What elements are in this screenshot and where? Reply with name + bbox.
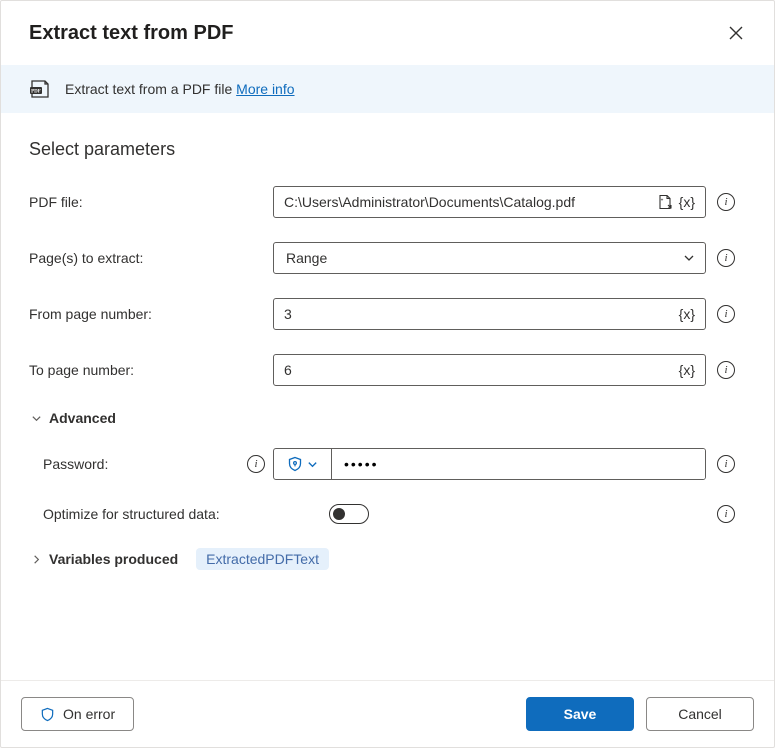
row-optimize: Optimize for structured data: i: [43, 504, 746, 524]
label-from-page: From page number:: [29, 306, 273, 322]
on-error-button[interactable]: On error: [21, 697, 134, 731]
password-input[interactable]: [332, 449, 705, 479]
info-banner: PDF Extract text from a PDF file More in…: [1, 65, 774, 113]
variables-label: Variables produced: [49, 551, 178, 567]
more-info-link[interactable]: More info: [236, 81, 294, 97]
pdf-icon: PDF: [29, 79, 51, 99]
section-title: Select parameters: [29, 139, 746, 160]
cancel-button[interactable]: Cancel: [646, 697, 754, 731]
toggle-knob: [333, 508, 345, 520]
variables-expander[interactable]: Variables produced ExtractedPDFText: [29, 548, 746, 570]
variable-picker-icon[interactable]: {x}: [677, 194, 697, 210]
label-to-page: To page number:: [29, 362, 273, 378]
svg-text:PDF: PDF: [31, 90, 41, 95]
on-error-label: On error: [63, 706, 115, 722]
to-page-input[interactable]: [284, 362, 673, 378]
row-to-page: To page number: {x} i: [29, 354, 746, 386]
label-pdf-file: PDF file:: [29, 194, 273, 210]
pdf-file-input-wrap[interactable]: {x}: [273, 186, 706, 218]
file-picker-icon[interactable]: [657, 194, 673, 210]
password-mode-selector[interactable]: [274, 449, 332, 479]
dialog-title: Extract text from PDF: [29, 22, 234, 45]
chevron-down-icon: [29, 411, 43, 425]
info-icon[interactable]: i: [717, 305, 735, 323]
label-pages-to-extract: Page(s) to extract:: [29, 250, 273, 266]
chevron-down-icon: [307, 459, 318, 470]
pdf-file-input[interactable]: [284, 194, 653, 210]
close-icon: [729, 26, 743, 40]
info-icon[interactable]: i: [717, 193, 735, 211]
info-icon[interactable]: i: [717, 455, 735, 473]
dialog-header: Extract text from PDF: [1, 1, 774, 65]
row-password: Password: i i: [43, 448, 746, 480]
dialog-body: Select parameters PDF file: {x} i Page(s…: [1, 113, 774, 680]
pages-to-extract-select[interactable]: Range: [273, 242, 706, 274]
chevron-down-icon: [683, 252, 695, 264]
chevron-right-icon: [29, 552, 43, 566]
from-page-input[interactable]: [284, 306, 673, 322]
shield-outline-icon: [40, 707, 55, 722]
optimize-toggle[interactable]: [329, 504, 369, 524]
pages-to-extract-value: Range: [286, 250, 327, 266]
row-from-page: From page number: {x} i: [29, 298, 746, 330]
save-button[interactable]: Save: [526, 697, 634, 731]
info-icon[interactable]: i: [717, 361, 735, 379]
close-button[interactable]: [722, 19, 750, 47]
variable-picker-icon[interactable]: {x}: [677, 306, 697, 322]
shield-icon: [287, 456, 303, 472]
info-icon[interactable]: i: [247, 455, 265, 473]
label-optimize: Optimize for structured data:: [43, 506, 329, 522]
row-pages-to-extract: Page(s) to extract: Range i: [29, 242, 746, 274]
info-icon[interactable]: i: [717, 505, 735, 523]
label-password: Password:: [43, 456, 239, 472]
row-pdf-file: PDF file: {x} i: [29, 186, 746, 218]
info-text: Extract text from a PDF file: [65, 81, 232, 97]
advanced-label: Advanced: [49, 410, 116, 426]
to-page-input-wrap[interactable]: {x}: [273, 354, 706, 386]
dialog-footer: On error Save Cancel: [1, 680, 774, 747]
from-page-input-wrap[interactable]: {x}: [273, 298, 706, 330]
variable-picker-icon[interactable]: {x}: [677, 362, 697, 378]
advanced-expander[interactable]: Advanced: [29, 410, 746, 426]
password-field: [273, 448, 706, 480]
variable-badge[interactable]: ExtractedPDFText: [196, 548, 329, 570]
info-icon[interactable]: i: [717, 249, 735, 267]
